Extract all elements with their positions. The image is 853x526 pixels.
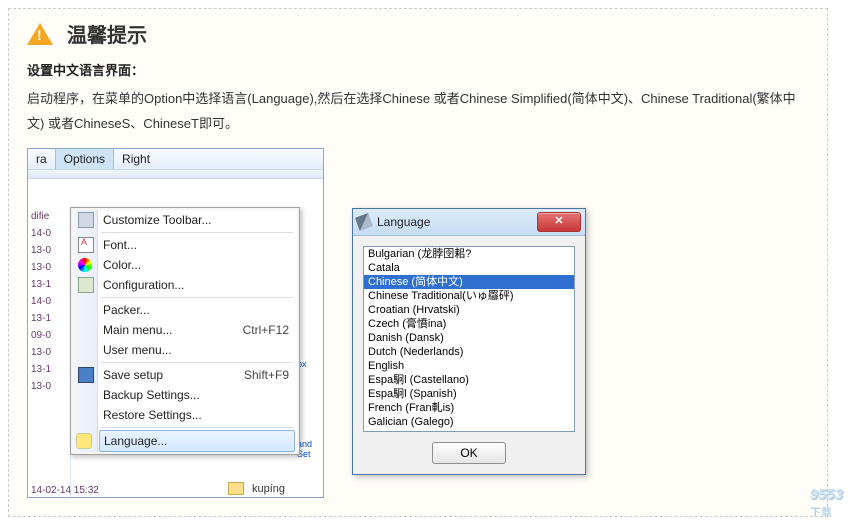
save-icon — [78, 367, 94, 383]
menu-item-label: User menu... — [103, 343, 172, 357]
date-cell: difie — [28, 208, 70, 225]
menu-item-label: Configuration... — [103, 278, 184, 292]
language-option[interactable]: Danish (Dansk) — [364, 331, 574, 345]
menu-item[interactable]: Packer... — [73, 300, 297, 320]
menu-item[interactable]: Save setup Shift+F9 — [73, 365, 297, 385]
date-cell: 13-0 — [28, 378, 70, 395]
menubar-item-right[interactable]: Right — [114, 149, 158, 169]
options-dropdown: Customize Toolbar... Font... Color... Confi… — [70, 207, 300, 455]
date-cell: 13-1 — [28, 276, 70, 293]
bottom-timestamp: 14-02-14 15:32 — [31, 485, 99, 496]
warning-icon — [27, 23, 53, 45]
menu-item-label: Packer... — [103, 303, 150, 317]
menu-item-label: Backup Settings... — [103, 388, 200, 402]
date-cell: 13-0 — [28, 242, 70, 259]
menu-separator — [101, 427, 293, 428]
language-listbox[interactable]: Bulgarian (龙脖囹耜?CatalaChinese (简体中文)Chin… — [363, 246, 575, 432]
menu-item[interactable]: Restore Settings... — [73, 405, 297, 425]
peek-text: and Set — [297, 439, 323, 459]
menubar-item-options[interactable]: Options — [55, 149, 114, 169]
menu-separator — [101, 232, 293, 233]
language-option[interactable]: Czech (膏憤ina) — [364, 317, 574, 331]
menu-item-label: Font... — [103, 238, 137, 252]
date-cell: 09-0 — [28, 327, 70, 344]
date-cell: 14-0 — [28, 225, 70, 242]
date-column: difie14-013-013-013-114-013-109-013-013-… — [28, 208, 71, 497]
menu-item[interactable]: Configuration... — [73, 275, 297, 295]
tip-header: 温馨提示 — [27, 19, 809, 48]
menu-item[interactable]: Main menu... Ctrl+F12 — [73, 320, 297, 340]
language-option[interactable]: Espa駉l (Castellano) — [364, 373, 574, 387]
menu-item[interactable]: Color... — [73, 255, 297, 275]
pen-icon — [355, 213, 373, 231]
menu-item[interactable]: Language... — [99, 430, 295, 452]
language-option[interactable]: Chinese Traditional(いゅ羉砰) — [364, 289, 574, 303]
dialog-title: Language — [377, 215, 430, 229]
tip-body: 启动程序，在菜单的Option中选择语言(Language),然后在选择Chin… — [27, 87, 809, 136]
menu-item-label: Save setup — [103, 368, 163, 382]
close-button[interactable]: ✕ — [537, 212, 581, 232]
config-icon — [78, 277, 94, 293]
language-option[interactable]: French (Fran軋is) — [364, 401, 574, 415]
menubar-item-ra[interactable]: ra — [28, 149, 55, 169]
language-option[interactable]: English — [364, 359, 574, 373]
language-option[interactable]: Dutch (Nederlands) — [364, 345, 574, 359]
lang-icon — [76, 433, 92, 449]
tip-title: 温馨提示 — [67, 19, 147, 48]
menu-shortcut: Ctrl+F12 — [243, 323, 289, 337]
date-cell: 14-0 — [28, 293, 70, 310]
folder-row[interactable]: kupíng — [228, 482, 285, 495]
language-option[interactable]: Espa駉l (Spanish) — [364, 387, 574, 401]
language-option[interactable]: Chinese (简体中文) — [364, 275, 574, 289]
menu-separator — [101, 362, 293, 363]
menu-item-label: Restore Settings... — [103, 408, 202, 422]
date-cell: 13-0 — [28, 259, 70, 276]
menu-item[interactable]: User menu... — [73, 340, 297, 360]
menu-item-label: Language... — [104, 434, 167, 448]
right-peek: ox and Set — [297, 359, 323, 459]
date-cell: 13-0 — [28, 344, 70, 361]
screenshots-row: ra Options Right difie14-013-013-013-114… — [27, 148, 809, 498]
tip-subtitle: 设置中文语言界面： — [27, 60, 809, 79]
folder-label: kupíng — [252, 483, 285, 495]
options-menu-screenshot: ra Options Right difie14-013-013-013-114… — [27, 148, 324, 498]
language-option[interactable]: Galician (Galego) — [364, 415, 574, 429]
language-dialog: Language ✕ Bulgarian (龙脖囹耜?CatalaChinese… — [352, 208, 586, 475]
color-icon — [78, 258, 92, 272]
menu-item[interactable]: Customize Toolbar... — [73, 210, 297, 230]
toolbar-strip — [28, 170, 323, 179]
toolbar-icon — [78, 212, 94, 228]
menu-item[interactable]: Backup Settings... — [73, 385, 297, 405]
watermark: 9553下载 — [810, 486, 843, 518]
menubar: ra Options Right — [28, 149, 323, 170]
menu-item[interactable]: Font... — [73, 235, 297, 255]
menu-item-label: Main menu... — [103, 323, 172, 337]
menu-item-label: Color... — [103, 258, 141, 272]
language-option[interactable]: Croatian (Hrvatski) — [364, 303, 574, 317]
language-option[interactable]: Galician (Galego) — [364, 429, 574, 432]
date-cell: 13-1 — [28, 361, 70, 378]
ok-button[interactable]: OK — [432, 442, 506, 464]
watermark-sub: 下载 — [810, 503, 843, 518]
menu-shortcut: Shift+F9 — [244, 368, 289, 382]
font-icon — [78, 237, 94, 253]
language-option[interactable]: Catala — [364, 261, 574, 275]
dialog-titlebar[interactable]: Language ✕ — [353, 209, 585, 236]
date-cell: 13-1 — [28, 310, 70, 327]
menu-item-label: Customize Toolbar... — [103, 213, 212, 227]
watermark-main: 9553 — [810, 486, 843, 503]
tip-box: 温馨提示 设置中文语言界面： 启动程序，在菜单的Option中选择语言(Lang… — [8, 8, 828, 517]
menu-separator — [101, 297, 293, 298]
language-option[interactable]: Bulgarian (龙脖囹耜? — [364, 247, 574, 261]
peek-text: ox — [297, 359, 323, 369]
